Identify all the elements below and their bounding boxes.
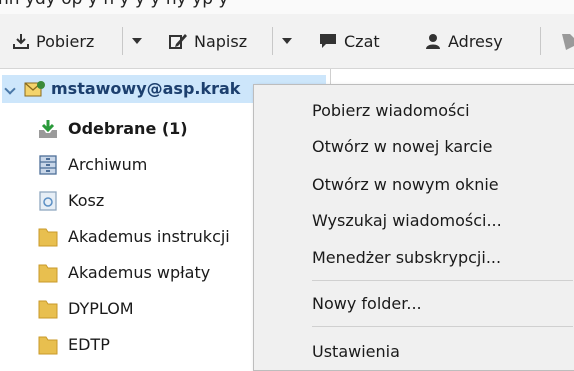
- menu-item-label: Otwórz w nowym oknie: [312, 175, 499, 194]
- menu-item-label: Wyszukaj wiadomości...: [312, 211, 502, 230]
- write-button[interactable]: Napisz: [168, 25, 247, 57]
- address-book-button[interactable]: Adresy: [424, 25, 503, 57]
- folder-icon: [38, 300, 58, 319]
- trash-icon: [39, 191, 57, 211]
- inbox-download-icon: [39, 120, 57, 138]
- get-mail-label: Pobierz: [36, 31, 95, 51]
- menu-item-open-new-window[interactable]: Otwórz w nowym oknie: [256, 169, 573, 201]
- download-icon: [13, 34, 29, 49]
- write-label: Napisz: [194, 31, 248, 51]
- menu-separator: [312, 326, 573, 327]
- folder-context-menu: Pobierz wiadomości Otwórz w nowej karcie…: [253, 84, 574, 371]
- archive-box-icon: [39, 155, 57, 175]
- menu-item-label: Ustawienia: [312, 342, 400, 361]
- menu-item-search-messages[interactable]: Wyszukaj wiadomości...: [256, 205, 573, 237]
- person-icon: [426, 34, 440, 49]
- pencil-icon: [169, 34, 187, 49]
- menu-item-label: Otwórz w nowej karcie: [312, 137, 493, 156]
- menu-item-label: Menedżer subskrypcji...: [312, 248, 502, 267]
- write-dropdown[interactable]: [276, 25, 298, 57]
- chevron-down-icon: [282, 38, 292, 44]
- folder-icon: [38, 228, 58, 247]
- window-top-edge: nn ydy op y n y y y ny yp y: [0, 0, 574, 14]
- chat-button[interactable]: Czat: [318, 25, 380, 57]
- get-mail-button[interactable]: Pobierz: [12, 25, 94, 57]
- main-toolbar: Pobierz Napisz Czat Adresy: [0, 14, 574, 69]
- folder-label: DYPLOM: [68, 299, 134, 318]
- menu-item-subscription-manager[interactable]: Menedżer subskrypcji...: [256, 242, 573, 274]
- toolbar-separator: [272, 27, 273, 55]
- tag-icon[interactable]: [560, 32, 574, 50]
- cut-off-heading-text: nn ydy op y n y y y ny yp y: [0, 0, 228, 9]
- chat-bubble-icon: [320, 34, 336, 48]
- menu-separator: [312, 280, 573, 281]
- chat-label: Czat: [344, 31, 380, 51]
- folder-icon: [38, 336, 58, 355]
- get-mail-dropdown[interactable]: [126, 25, 148, 57]
- folder-label: Odebrane (1): [68, 119, 188, 138]
- menu-item-properties[interactable]: Ustawienia: [256, 336, 573, 368]
- folder-label: EDTP: [68, 335, 110, 354]
- address-book-label: Adresy: [448, 31, 503, 51]
- mail-account-icon: [24, 81, 45, 97]
- menu-item-label: Nowy folder...: [312, 294, 422, 313]
- account-label: mstawowy@asp.krak: [51, 79, 241, 98]
- chevron-down-icon: [132, 38, 142, 44]
- menu-item-new-folder[interactable]: Nowy folder...: [256, 288, 573, 320]
- toolbar-separator: [540, 27, 541, 55]
- folder-label: Archiwum: [68, 155, 148, 174]
- menu-item-get-messages[interactable]: Pobierz wiadomości: [256, 95, 573, 127]
- folder-icon: [38, 264, 58, 283]
- folder-label: Akademus wpłaty: [68, 263, 211, 282]
- chevron-down-icon[interactable]: [4, 83, 16, 95]
- folder-label: Kosz: [68, 191, 105, 210]
- toolbar-separator: [122, 27, 123, 55]
- menu-item-open-new-tab[interactable]: Otwórz w nowej karcie: [256, 131, 573, 163]
- menu-item-label: Pobierz wiadomości: [312, 101, 470, 120]
- folder-label: Akademus instrukcji: [68, 227, 230, 246]
